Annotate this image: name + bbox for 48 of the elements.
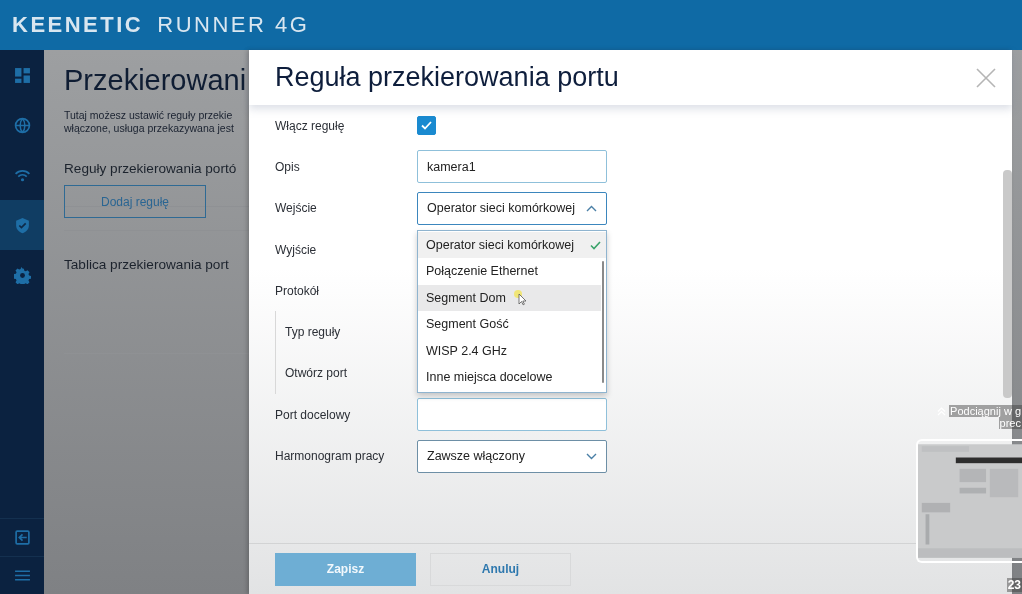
input-field[interactable]: kamera1 (417, 150, 607, 184)
cursor-icon (514, 289, 528, 306)
menu-icon (13, 567, 31, 584)
chevron-down-icon (586, 452, 597, 460)
select-field[interactable]: Zawsze włączony (417, 439, 607, 473)
field-label: Opis (275, 159, 301, 174)
brand-logo: KEENETIC (12, 12, 144, 38)
globe-icon (13, 116, 31, 134)
close-button[interactable] (974, 65, 998, 90)
description-text: włączone, usługa przekazywana jest (64, 122, 234, 135)
close-icon (975, 66, 997, 89)
cancel-button[interactable]: Anuluj (430, 552, 571, 586)
description-text: Tutaj możesz ustawić reguły przekie (64, 109, 233, 122)
input-field[interactable] (417, 398, 607, 432)
chevron-up-icon (586, 204, 597, 212)
check-icon (421, 121, 432, 131)
dashboard-icon (13, 66, 31, 84)
dropdown-option[interactable]: Inne miejsca docelowe (418, 364, 601, 391)
gear-icon (13, 266, 31, 284)
section-heading: Tablica przekierowania port (64, 257, 229, 272)
field-label: Wejście (275, 201, 318, 216)
dialog-title: Reguła przekierowania portu (275, 62, 619, 93)
hint-text: Podciągnij w g (949, 405, 1022, 417)
check-icon (590, 240, 601, 250)
field-label: Typ reguły (285, 325, 342, 340)
model-name: RUNNER 4G (157, 12, 310, 38)
dropdown-option[interactable]: Segment Gość (418, 311, 601, 338)
field-label: Włącz regułę (275, 118, 346, 133)
logout-icon (13, 529, 31, 546)
field-label: Otwórz port (285, 366, 348, 381)
dropdown-option[interactable]: WISP 2.4 GHz (418, 337, 601, 365)
select-field[interactable]: Operator sieci komórkowej (417, 191, 607, 225)
checkbox[interactable] (417, 116, 436, 136)
field-label: Protokół (275, 283, 321, 298)
section-heading: Reguły przekierowania portó (64, 161, 237, 176)
hint-text: prec (998, 417, 1022, 429)
dropdown-option[interactable]: Połączenie Ethernet (418, 258, 601, 285)
shield-icon (13, 216, 31, 234)
field-label: Wyjście (275, 242, 318, 257)
field-label: Harmonogram pracy (275, 449, 386, 463)
scrollbar[interactable] (1003, 170, 1012, 398)
field-label: Port docelowy (275, 407, 352, 422)
sidebar-item[interactable] (0, 200, 44, 250)
dropdown-option[interactable]: Operator sieci komórkowej (418, 231, 606, 259)
timestamp: 23 (1006, 578, 1022, 592)
dropdown-option[interactable]: Segment Dom (418, 284, 601, 312)
scrollbar[interactable] (602, 260, 604, 383)
page-title: Przekierowani (64, 64, 247, 97)
